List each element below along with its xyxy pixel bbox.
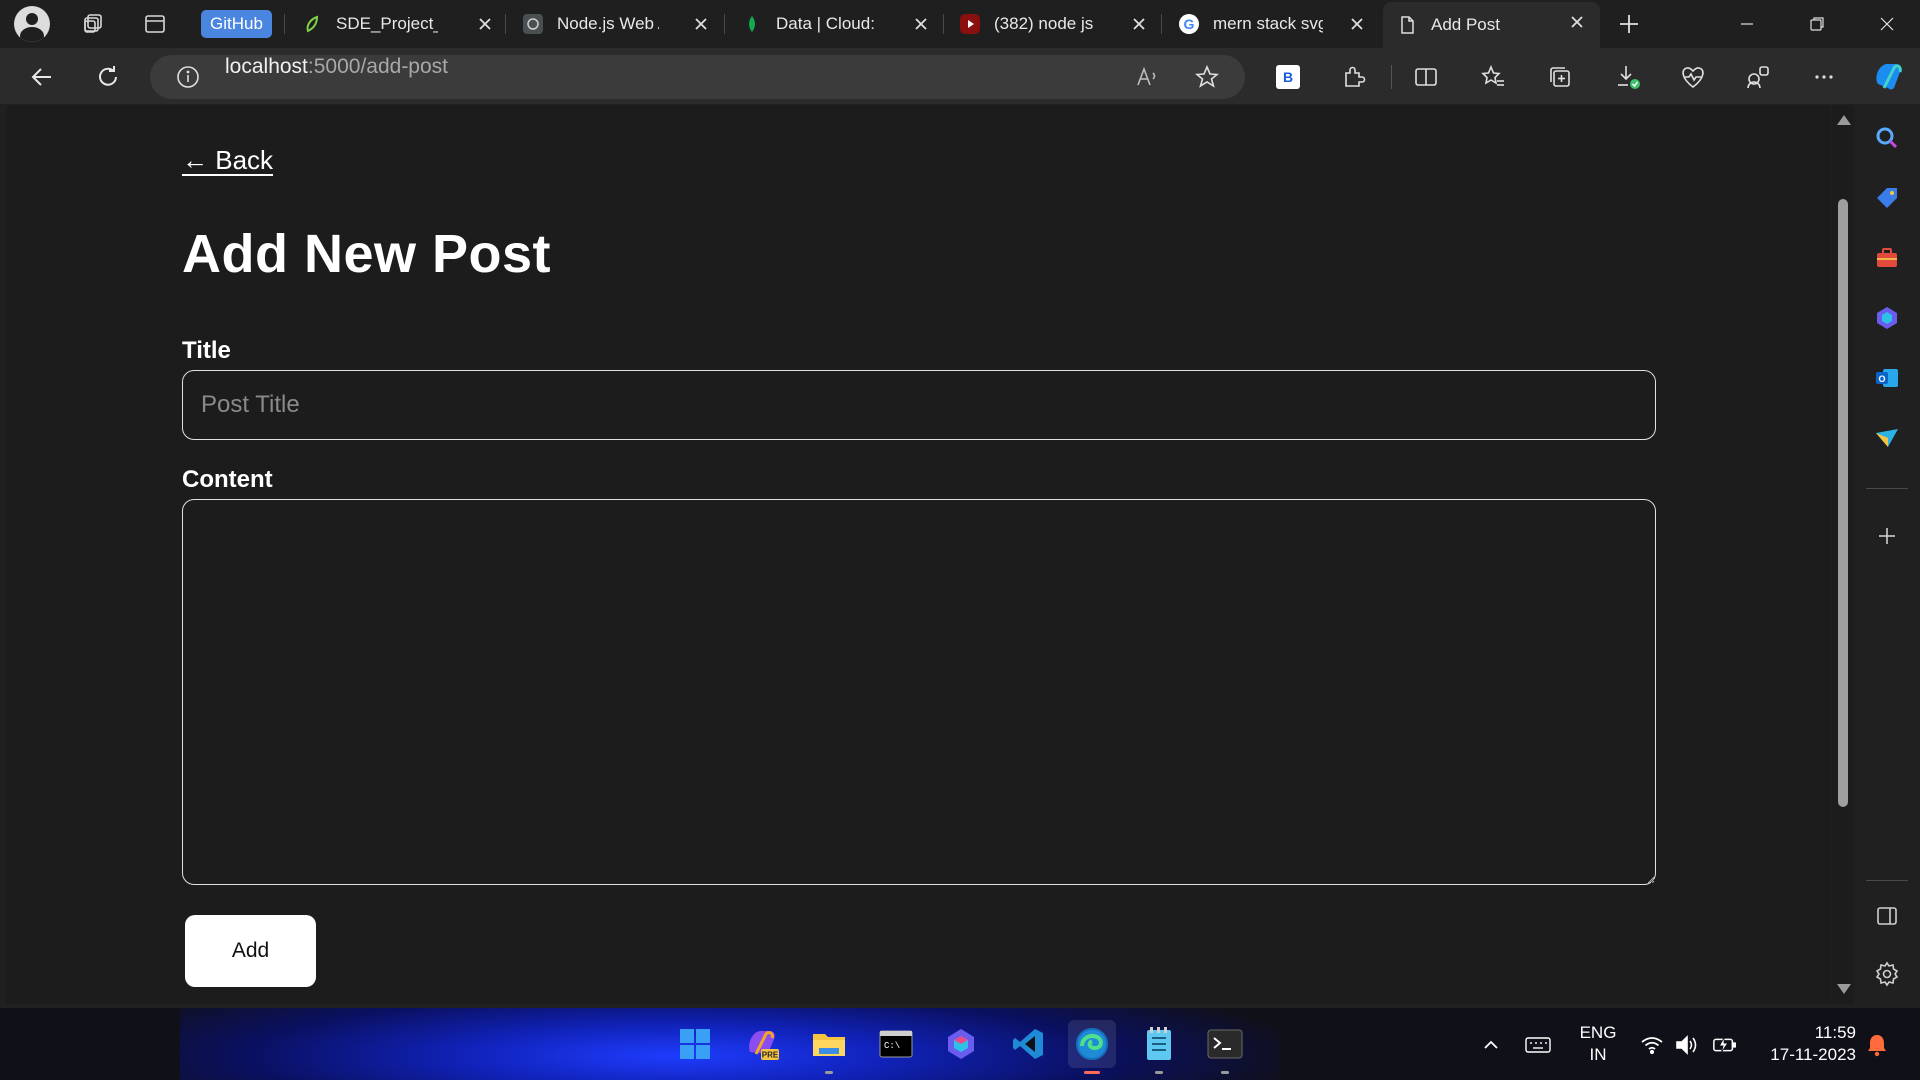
google-icon: G bbox=[1179, 14, 1199, 34]
tab-sde-project[interactable]: SDE_Project_Re bbox=[302, 4, 494, 44]
page-title: Add New Post bbox=[182, 224, 552, 284]
hide-sidebar-icon[interactable] bbox=[1871, 900, 1903, 932]
copilot-m365-icon[interactable] bbox=[1871, 302, 1903, 334]
search-icon[interactable] bbox=[1871, 122, 1903, 154]
send-drop-icon[interactable] bbox=[1871, 422, 1903, 454]
edge-browser-icon[interactable] bbox=[1068, 1020, 1116, 1074]
shopping-tag-icon[interactable] bbox=[1871, 182, 1903, 214]
address-bar[interactable]: localhost:5000/add-post bbox=[150, 55, 1245, 99]
notification-bell-icon[interactable] bbox=[1864, 1032, 1890, 1058]
read-aloud-icon[interactable] bbox=[1135, 65, 1161, 89]
file-explorer-icon[interactable] bbox=[805, 1020, 853, 1074]
favorites-icon[interactable] bbox=[1475, 59, 1511, 95]
copilot-pre-icon[interactable]: PRE bbox=[738, 1020, 786, 1068]
title-input[interactable] bbox=[182, 370, 1656, 440]
site-info-icon[interactable] bbox=[176, 65, 200, 89]
show-hidden-icons-chevron-icon[interactable] bbox=[1478, 1032, 1504, 1058]
svg-text:PRE: PRE bbox=[762, 1051, 779, 1060]
vertical-tabs-icon[interactable] bbox=[139, 0, 171, 48]
mongodb-leaf-icon bbox=[742, 14, 762, 34]
clock[interactable]: 11:59 17-11-2023 bbox=[1752, 1022, 1856, 1066]
github-tab-group-badge[interactable]: GitHub bbox=[201, 10, 272, 38]
browser-toolbar: localhost:5000/add-post B bbox=[0, 48, 1920, 104]
windows-start-icon[interactable] bbox=[671, 1020, 719, 1068]
profile-avatar[interactable] bbox=[14, 6, 50, 42]
close-tab-icon[interactable] bbox=[1348, 15, 1366, 33]
browser-essentials-icon[interactable] bbox=[1675, 59, 1711, 95]
outlook-icon[interactable]: O bbox=[1871, 362, 1903, 394]
content-label: Content bbox=[182, 466, 273, 493]
close-tab-icon[interactable] bbox=[1130, 15, 1148, 33]
leaf-sync-icon bbox=[302, 14, 322, 34]
collections-icon[interactable] bbox=[1542, 59, 1578, 95]
youtube-icon bbox=[960, 14, 980, 34]
notepad-icon[interactable] bbox=[1135, 1020, 1183, 1074]
vscode-icon[interactable] bbox=[1004, 1020, 1052, 1068]
language-indicator[interactable]: ENG IN bbox=[1573, 1022, 1623, 1066]
settings-gear-icon[interactable] bbox=[1871, 958, 1903, 990]
content-textarea[interactable] bbox=[182, 499, 1656, 885]
restore-icon[interactable] bbox=[1782, 0, 1852, 48]
back-link[interactable]: ← Back bbox=[182, 145, 273, 176]
new-tab-button[interactable] bbox=[1613, 0, 1645, 48]
svg-text:G: G bbox=[1184, 16, 1195, 32]
close-tab-icon[interactable] bbox=[476, 15, 494, 33]
svg-text:C:\: C:\ bbox=[884, 1041, 900, 1051]
scroll-thumb[interactable] bbox=[1838, 199, 1848, 807]
command-prompt-icon[interactable]: C:\ bbox=[872, 1020, 920, 1068]
tab-strip: GitHub SDE_Project_Re Node.js Web Ap Dat… bbox=[0, 0, 1920, 48]
close-tab-icon[interactable] bbox=[692, 15, 710, 33]
add-button[interactable]: Add bbox=[185, 915, 316, 987]
tab-add-post[interactable]: Add Post bbox=[1383, 2, 1600, 48]
copilot-icon[interactable] bbox=[1868, 56, 1908, 96]
page-icon bbox=[1397, 15, 1417, 35]
close-window-icon[interactable] bbox=[1852, 0, 1920, 48]
openai-icon bbox=[523, 14, 543, 34]
refresh-icon[interactable] bbox=[91, 60, 125, 94]
tools-briefcase-icon[interactable] bbox=[1871, 242, 1903, 274]
downloads-icon[interactable] bbox=[1610, 59, 1646, 95]
windows-terminal-icon[interactable] bbox=[1201, 1020, 1249, 1074]
more-options-icon[interactable] bbox=[1806, 59, 1842, 95]
m365-copilot-icon[interactable] bbox=[937, 1020, 985, 1068]
bitwarden-extension-icon[interactable]: B bbox=[1270, 59, 1306, 95]
close-tab-icon[interactable] bbox=[1568, 13, 1586, 31]
tab-nodejs-web[interactable]: Node.js Web Ap bbox=[523, 4, 710, 44]
battery-charging-icon[interactable] bbox=[1712, 1032, 1738, 1058]
windows-taskbar: PRE C:\ ENG IN 11:59 17-11-2023 bbox=[0, 1008, 1920, 1080]
tab-mongodb-data[interactable]: Data | Cloud: M bbox=[742, 4, 930, 44]
minimize-icon[interactable] bbox=[1712, 0, 1782, 48]
favorite-star-icon[interactable] bbox=[1195, 65, 1219, 89]
page-scrollbar[interactable] bbox=[1832, 105, 1854, 1004]
workspaces-icon[interactable] bbox=[77, 0, 109, 48]
extensions-icon[interactable] bbox=[1336, 59, 1372, 95]
split-screen-icon[interactable] bbox=[1408, 59, 1444, 95]
edge-sidebar: O bbox=[1854, 105, 1920, 1004]
add-sidebar-app-icon[interactable] bbox=[1871, 520, 1903, 552]
back-arrow-icon[interactable] bbox=[25, 60, 59, 94]
tab-google-search[interactable]: G mern stack svg bbox=[1179, 4, 1366, 44]
scroll-up-icon[interactable] bbox=[1837, 115, 1851, 125]
copilot-workspace-icon[interactable] bbox=[1740, 59, 1776, 95]
touch-keyboard-icon[interactable] bbox=[1525, 1032, 1551, 1058]
wifi-icon[interactable] bbox=[1639, 1032, 1665, 1058]
close-tab-icon[interactable] bbox=[912, 15, 930, 33]
svg-text:O: O bbox=[1878, 374, 1885, 384]
title-label: Title bbox=[182, 337, 231, 364]
volume-icon[interactable] bbox=[1675, 1032, 1701, 1058]
tab-youtube[interactable]: (382) node js ex bbox=[960, 4, 1148, 44]
page-viewport: ← Back Add New Post Title Content Add bbox=[6, 105, 1831, 1004]
url-text: localhost:5000/add-post bbox=[225, 55, 448, 78]
scroll-down-icon[interactable] bbox=[1837, 984, 1851, 994]
